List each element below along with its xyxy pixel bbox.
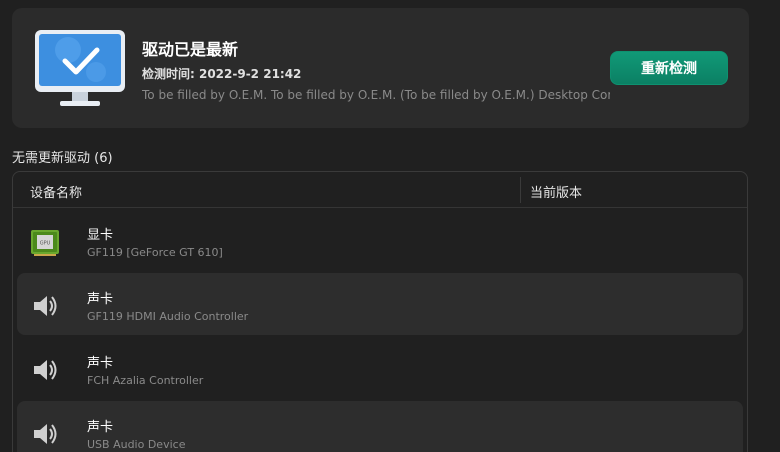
- svg-text:GPU: GPU: [40, 241, 51, 247]
- status-card: 驱动已是最新 检测时间: 2022-9-2 21:42 To be filled…: [12, 8, 749, 128]
- status-title: 驱动已是最新: [142, 40, 239, 59]
- driver-table: 设备名称 当前版本 GPU 显卡 GF119 [GeForce GT 610]: [12, 171, 748, 452]
- device-name: GF119 HDMI Audio Controller: [87, 310, 249, 323]
- device-name: FCH Azalia Controller: [87, 374, 204, 387]
- device-name: GF119 [GeForce GT 610]: [87, 246, 223, 259]
- device-name: USB Audio Device: [87, 438, 186, 451]
- gpu-icon: GPU: [31, 230, 59, 256]
- device-category: 显卡: [87, 228, 114, 243]
- scan-time: 检测时间: 2022-9-2 21:42: [142, 67, 302, 81]
- table-row[interactable]: 声卡 GF119 HDMI Audio Controller: [17, 273, 743, 335]
- column-divider[interactable]: [520, 177, 521, 203]
- driver-manager-window: 驱动已是最新 检测时间: 2022-9-2 21:42 To be filled…: [0, 0, 780, 452]
- device-category: 声卡: [87, 420, 114, 435]
- table-row[interactable]: GPU 显卡 GF119 [GeForce GT 610]: [17, 209, 743, 271]
- monitor-check-icon: [35, 30, 125, 106]
- column-header-version[interactable]: 当前版本: [530, 182, 582, 201]
- table-row[interactable]: 声卡 FCH Azalia Controller: [17, 337, 743, 399]
- device-category: 声卡: [87, 292, 114, 307]
- section-title: 无需更新驱动 (6): [12, 151, 113, 166]
- recheck-button[interactable]: 重新检测: [610, 51, 728, 85]
- table-header: 设备名称 当前版本: [13, 172, 747, 208]
- column-header-name[interactable]: 设备名称: [30, 182, 82, 201]
- speaker-icon: [34, 296, 57, 316]
- computer-description: To be filled by O.E.M. To be filled by O…: [142, 88, 610, 102]
- table-row[interactable]: 声卡 USB Audio Device: [17, 401, 743, 452]
- speaker-icon: [34, 424, 57, 444]
- device-category: 声卡: [87, 356, 114, 371]
- speaker-icon: [34, 360, 57, 380]
